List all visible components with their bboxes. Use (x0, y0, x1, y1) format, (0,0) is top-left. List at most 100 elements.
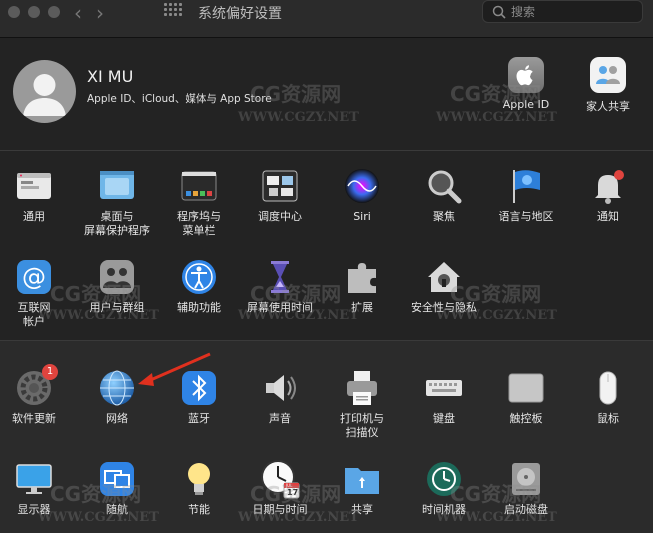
label-spotlight: 聚焦 (433, 210, 455, 223)
pane-printers-scanners[interactable]: 打印机与 扫描仪 (320, 368, 404, 440)
watermark-url: WWW.CGZY.NET (238, 308, 359, 323)
divider (0, 340, 653, 341)
puzzle-piece-icon (342, 257, 382, 297)
label-printers-scanners: 打印机与 扫描仪 (340, 412, 384, 439)
sharing-folder-icon (342, 459, 382, 499)
pane-date-time[interactable]: JUL 17 日期与时间 (238, 459, 322, 517)
pane-keyboard[interactable]: 键盘 (402, 368, 486, 426)
pane-displays[interactable]: 显示器 (0, 459, 76, 517)
pane-energy-saver[interactable]: 节能 (157, 459, 241, 517)
close-window-button[interactable] (8, 6, 20, 18)
label-trackpad: 触控板 (509, 412, 543, 425)
calendar-day: 17 (287, 488, 299, 497)
sidecar-icon (97, 459, 137, 499)
pane-general[interactable]: 通用 (0, 166, 76, 224)
gear-icon: 1 (14, 364, 58, 408)
clock-calendar-icon: JUL 17 (260, 459, 300, 499)
pane-sharing[interactable]: 共享 (320, 459, 404, 517)
user-avatar[interactable] (13, 60, 76, 123)
forward-arrow-icon[interactable]: › (96, 1, 104, 25)
speaker-icon (260, 368, 300, 408)
pane-desktop-screensaver[interactable]: 桌面与 屏幕保护程序 (75, 166, 159, 238)
pane-sidecar[interactable]: 随航 (75, 459, 159, 517)
label-mission-control: 调度中心 (258, 210, 302, 223)
label-mouse: 鼠标 (597, 412, 619, 425)
pane-users-groups[interactable]: 用户与群组 (75, 257, 159, 315)
pane-sound[interactable]: 声音 (238, 368, 322, 426)
divider (0, 150, 653, 151)
pane-software-update[interactable]: 1 软件更新 (0, 364, 76, 426)
account-subtitle: Apple ID、iCloud、媒体与 App Store (87, 93, 272, 105)
family-sharing-label: 家人共享 (586, 100, 630, 113)
users-icon (97, 257, 137, 297)
at-sign-icon: @ (14, 257, 54, 297)
pane-spotlight[interactable]: 聚焦 (402, 166, 486, 224)
watermark-url: WWW.CGZY.NET (436, 308, 557, 323)
siri-icon (342, 166, 382, 206)
account-section: XI MU Apple ID、iCloud、媒体与 App Store Appl… (0, 38, 653, 150)
pane-language-region[interactable]: 语言与地区 (484, 166, 568, 224)
family-icon (590, 57, 626, 93)
pane-notifications[interactable]: 通知 (566, 166, 650, 224)
lightbulb-icon (179, 459, 219, 499)
show-all-grid-icon[interactable] (164, 3, 182, 19)
user-silhouette-icon (23, 74, 66, 116)
mouse-icon (588, 368, 628, 408)
pane-trackpad[interactable]: 触控板 (484, 368, 568, 426)
update-count-badge: 1 (42, 364, 58, 380)
minimize-window-button[interactable] (28, 6, 40, 18)
label-software-update: 软件更新 (12, 412, 56, 425)
pane-accessibility[interactable]: 辅助功能 (157, 257, 241, 315)
hourglass-icon (260, 257, 300, 297)
pane-siri[interactable]: Siri (320, 166, 404, 224)
annotation-arrow-icon (138, 352, 211, 386)
search-input[interactable] (511, 3, 636, 21)
user-name: XI MU (87, 67, 134, 86)
pane-mouse[interactable]: 鼠标 (566, 368, 650, 426)
label-general: 通用 (23, 210, 45, 223)
label-network: 网络 (106, 412, 128, 425)
bell-icon (588, 166, 628, 206)
pane-startup-disk[interactable]: 启动磁盘 (484, 459, 568, 517)
hard-disk-icon (506, 459, 546, 499)
pane-dock-menubar[interactable]: 程序坞与 菜单栏 (157, 166, 241, 238)
back-arrow-icon[interactable]: ‹ (74, 1, 82, 25)
desktop-screensaver-icon (97, 166, 137, 206)
label-notifications: 通知 (597, 210, 619, 223)
keyboard-icon (424, 368, 464, 408)
house-lock-icon (424, 257, 464, 297)
watermark-url: WWW.CGZY.NET (38, 308, 159, 323)
watermark-url: WWW.CGZY.NET (436, 110, 557, 125)
apple-logo-icon (508, 57, 544, 93)
watermark-url: WWW.CGZY.NET (238, 110, 359, 125)
search-field[interactable] (482, 0, 643, 23)
window-title: 系统偏好设置 (198, 6, 282, 22)
zoom-window-button[interactable] (48, 6, 60, 18)
trackpad-icon (506, 368, 546, 408)
family-sharing-pane[interactable]: 家人共享 (568, 57, 648, 114)
spotlight-magnifier-icon (424, 166, 464, 206)
label-keyboard: 键盘 (433, 412, 455, 425)
pane-extensions[interactable]: 扩展 (320, 257, 404, 315)
printer-icon (342, 368, 382, 408)
mission-control-icon (260, 166, 300, 206)
pane-time-machine[interactable]: 时间机器 (402, 459, 486, 517)
display-monitor-icon (14, 459, 54, 499)
pane-security-privacy[interactable]: 安全性与隐私 (402, 257, 486, 315)
label-siri: Siri (353, 210, 371, 223)
dock-icon (179, 166, 219, 206)
flag-icon (506, 166, 546, 206)
label-sound: 声音 (269, 412, 291, 425)
label-accessibility: 辅助功能 (177, 301, 221, 314)
title-bar: ‹ › 系统偏好设置 (0, 0, 653, 38)
accessibility-icon (179, 257, 219, 297)
pane-mission-control[interactable]: 调度中心 (238, 166, 322, 224)
time-machine-icon (424, 459, 464, 499)
search-icon (492, 5, 506, 19)
general-icon (14, 166, 54, 206)
svg-text:@: @ (22, 263, 46, 291)
apple-id-pane[interactable]: Apple ID (486, 57, 566, 111)
watermark-url: WWW.CGZY.NET (38, 510, 159, 525)
pane-screen-time[interactable]: 屏幕使用时间 (238, 257, 322, 315)
label-desktop-screensaver: 桌面与 屏幕保护程序 (84, 210, 150, 237)
